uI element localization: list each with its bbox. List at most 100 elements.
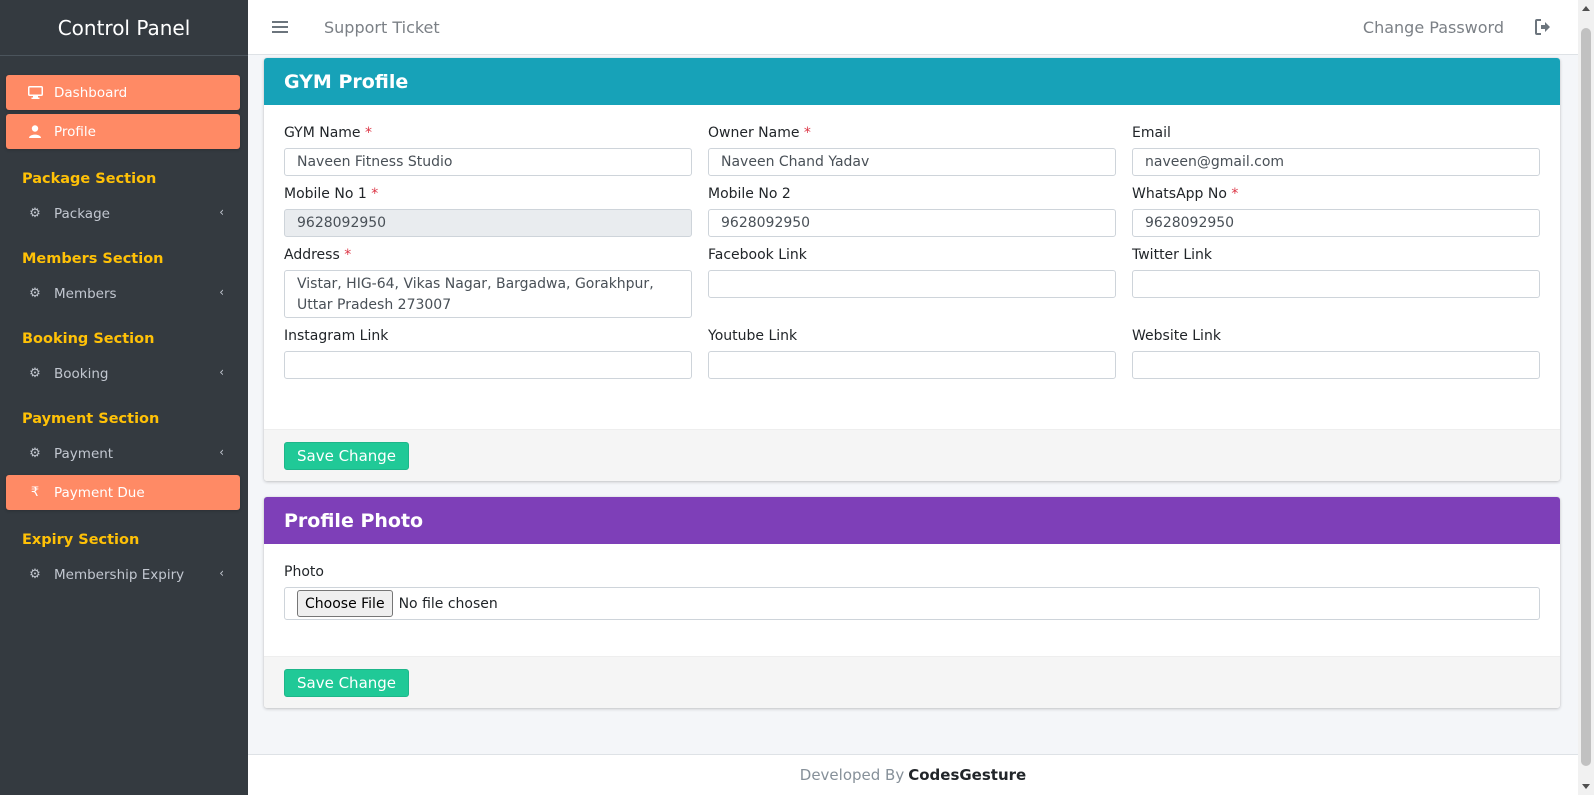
- sidebar-item-profile[interactable]: Profile: [6, 114, 240, 149]
- page-footer: Developed By CodesGesture: [248, 754, 1578, 795]
- twitter-input[interactable]: [1132, 270, 1540, 298]
- sidebar-item-package[interactable]: ⚙ Package ‹: [6, 196, 240, 231]
- facebook-input[interactable]: [708, 270, 1116, 298]
- sidebar-item-membership-expiry[interactable]: ⚙ Membership Expiry ‹: [6, 557, 240, 592]
- gym-name-input[interactable]: Naveen Fitness Studio: [284, 148, 692, 176]
- gear-icon: ⚙: [29, 286, 41, 301]
- profile-photo-footer: Save Change: [264, 656, 1560, 708]
- sidebar-item-booking[interactable]: ⚙ Booking ‹: [6, 356, 240, 391]
- sidebar-item-label: Package: [54, 205, 110, 222]
- required-mark: *: [371, 186, 379, 202]
- chevron-left-icon: ‹: [219, 445, 224, 459]
- rupee-icon: ₹: [30, 485, 40, 500]
- desktop-icon: [27, 85, 43, 101]
- sidebar-item-label: Members: [54, 285, 117, 302]
- scrollbar-thumb[interactable]: [1581, 28, 1591, 766]
- twitter-field: Twitter Link: [1132, 247, 1540, 318]
- mobile1-input: 9628092950: [284, 209, 692, 237]
- chevron-left-icon: ‹: [219, 365, 224, 379]
- required-mark: *: [1231, 186, 1239, 202]
- sidebar-item-label: Booking: [54, 365, 109, 382]
- mobile1-label: Mobile No 1: [284, 186, 367, 202]
- sidebar-item-payment[interactable]: ⚙ Payment ‹: [6, 436, 240, 471]
- footer-brand: CodesGesture: [908, 766, 1027, 784]
- sidebar-item-label: Membership Expiry: [54, 566, 185, 583]
- file-status: No file chosen: [398, 595, 498, 612]
- brand-title[interactable]: Control Panel: [0, 0, 248, 56]
- required-mark: *: [344, 247, 352, 263]
- website-label: Website Link: [1132, 328, 1221, 344]
- menu-icon[interactable]: [272, 21, 288, 33]
- gear-icon: ⚙: [29, 446, 41, 461]
- section-header-members: Members Section: [22, 251, 164, 267]
- scroll-up-icon[interactable]: [1582, 6, 1590, 11]
- mobile2-field: Mobile No 2 9628092950: [708, 186, 1116, 237]
- support-ticket-link[interactable]: Support Ticket: [324, 18, 440, 37]
- mobile1-field: Mobile No 1 * 9628092950: [284, 186, 692, 237]
- topbar: Support Ticket Change Password: [248, 0, 1578, 55]
- scroll-down-icon[interactable]: [1582, 784, 1590, 789]
- sidebar-item-members[interactable]: ⚙ Members ‹: [6, 276, 240, 311]
- save-photo-button[interactable]: Save Change: [284, 669, 410, 697]
- photo-label: Photo: [284, 564, 324, 580]
- logout-icon[interactable]: [1534, 18, 1552, 36]
- youtube-field: Youtube Link: [708, 328, 1116, 379]
- footer-prefix: Developed By: [799, 766, 905, 784]
- instagram-label: Instagram Link: [284, 328, 389, 344]
- gym-profile-form: GYM Name * Naveen Fitness Studio Owner N…: [264, 105, 1560, 389]
- email-field: Email naveen@gmail.com: [1132, 125, 1540, 176]
- website-field: Website Link: [1132, 328, 1540, 379]
- gym-name-field: GYM Name * Naveen Fitness Studio: [284, 125, 692, 176]
- owner-name-input[interactable]: Naveen Chand Yadav: [708, 148, 1116, 176]
- required-mark: *: [803, 125, 811, 141]
- gear-icon: ⚙: [29, 567, 41, 582]
- website-input[interactable]: [1132, 351, 1540, 379]
- sidebar-item-label: Dashboard: [54, 84, 128, 101]
- address-label: Address: [284, 247, 340, 263]
- whatsapp-label: WhatsApp No: [1132, 186, 1227, 202]
- address-textarea[interactable]: Vistar, HIG-64, Vikas Nagar, Bargadwa, G…: [284, 270, 692, 318]
- topbar-right: Change Password: [1363, 18, 1578, 37]
- chevron-left-icon: ‹: [219, 566, 224, 580]
- youtube-input[interactable]: [708, 351, 1116, 379]
- gear-icon: ⚙: [29, 366, 41, 381]
- mobile2-input[interactable]: 9628092950: [708, 209, 1116, 237]
- section-header-payment: Payment Section: [22, 411, 160, 427]
- profile-photo-title: Profile Photo: [264, 497, 1560, 544]
- sidebar-item-dashboard[interactable]: Dashboard: [6, 75, 240, 110]
- sidebar-item-label: Payment: [54, 445, 114, 462]
- profile-photo-card: Profile Photo Photo Choose File No file …: [264, 497, 1560, 708]
- owner-name-label: Owner Name: [708, 125, 800, 141]
- twitter-label: Twitter Link: [1132, 247, 1213, 263]
- gym-profile-card: GYM Profile GYM Name * Naveen Fitness St…: [264, 58, 1560, 481]
- gym-name-label: GYM Name: [284, 125, 361, 141]
- save-change-button[interactable]: Save Change: [284, 442, 410, 470]
- youtube-label: Youtube Link: [708, 328, 798, 344]
- section-header-expiry: Expiry Section: [22, 532, 140, 548]
- sidebar-item-payment-due[interactable]: ₹ Payment Due: [6, 475, 240, 510]
- gym-profile-title: GYM Profile: [264, 58, 1560, 105]
- sidebar-item-label: Payment Due: [54, 484, 145, 501]
- email-label: Email: [1132, 125, 1171, 141]
- photo-file-input[interactable]: Choose File No file chosen: [284, 587, 1540, 620]
- email-input[interactable]: naveen@gmail.com: [1132, 148, 1540, 176]
- page-scrollbar[interactable]: [1578, 0, 1594, 795]
- address-field: Address * Vistar, HIG-64, Vikas Nagar, B…: [284, 247, 692, 318]
- user-icon: [27, 124, 43, 140]
- gym-profile-footer: Save Change: [264, 429, 1560, 481]
- facebook-label: Facebook Link: [708, 247, 807, 263]
- instagram-input[interactable]: [284, 351, 692, 379]
- whatsapp-input[interactable]: 9628092950: [1132, 209, 1540, 237]
- whatsapp-field: WhatsApp No * 9628092950: [1132, 186, 1540, 237]
- sidebar-item-label: Profile: [54, 123, 96, 140]
- mobile2-label: Mobile No 2: [708, 186, 791, 202]
- section-header-booking: Booking Section: [22, 331, 155, 347]
- facebook-field: Facebook Link: [708, 247, 1116, 318]
- chevron-left-icon: ‹: [219, 205, 224, 219]
- sidebar-nav: Dashboard Profile Package Section ⚙ Pack…: [0, 56, 248, 592]
- photo-field: Photo Choose File No file chosen: [284, 564, 1540, 620]
- sidebar: Control Panel Dashboard Profile Package …: [0, 0, 248, 795]
- change-password-link[interactable]: Change Password: [1363, 18, 1504, 37]
- instagram-field: Instagram Link: [284, 328, 692, 379]
- choose-file-button[interactable]: Choose File: [297, 590, 393, 617]
